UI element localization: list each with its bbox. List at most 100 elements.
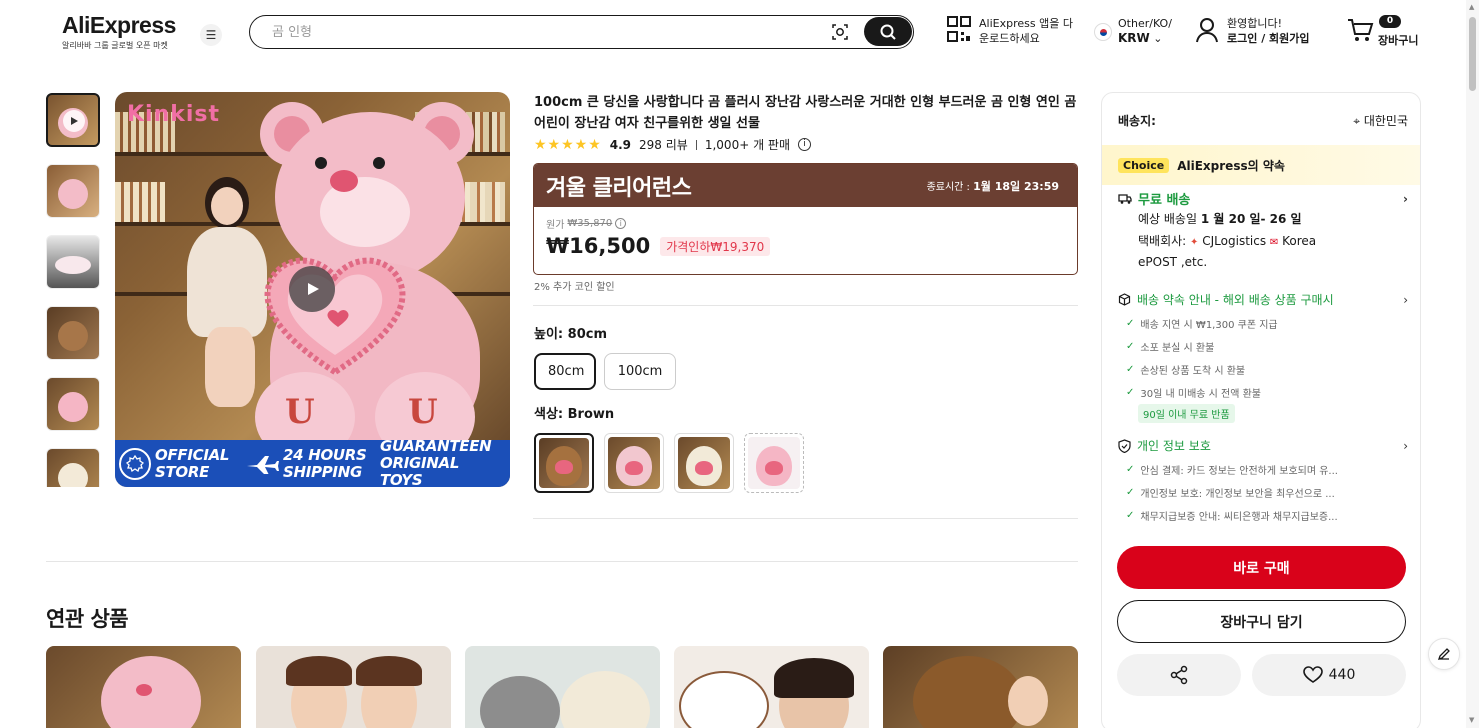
star-rating-icons: ★★★★★: [534, 136, 602, 153]
check-icon: ✓: [1126, 364, 1135, 375]
free-return-badge: 90일 이내 무료 반품: [1138, 404, 1235, 423]
wishlist-count: 440: [1328, 667, 1356, 683]
carrier-korea: Korea: [1282, 234, 1317, 248]
logo-text: AliExpress: [62, 12, 176, 38]
search-input[interactable]: [272, 23, 812, 41]
promo-end-time: 종료시간 : 1월 18일 23:59: [926, 179, 1059, 193]
ship-to-row[interactable]: 배송지: ⌖ 대한민국: [1118, 112, 1408, 129]
check-icon: ✓: [1126, 510, 1135, 521]
check-icon: ✓: [1126, 487, 1135, 498]
size-option-80cm[interactable]: 80cm: [534, 353, 596, 390]
thumbnail-video[interactable]: [46, 93, 100, 147]
cart-icon: [1348, 19, 1374, 41]
thumbnail-gallery: [46, 93, 102, 487]
info-icon[interactable]: i: [615, 218, 627, 229]
truck-icon: [1118, 193, 1132, 204]
original-price: 원가 ₩35,870 i: [546, 216, 1065, 231]
related-product-card[interactable]: [674, 646, 869, 728]
scroll-up-arrow-icon[interactable]: ▲: [1469, 3, 1474, 11]
login-signup-link[interactable]: 로그인 / 회원가입: [1227, 32, 1310, 45]
play-icon: [308, 283, 319, 295]
thumbnail-image[interactable]: [46, 306, 100, 360]
share-icon: [1170, 665, 1188, 685]
related-product-card[interactable]: [256, 646, 451, 728]
chevron-down-icon: ⌄: [1153, 32, 1163, 45]
color-option-label: 색상: Brown: [534, 407, 615, 422]
related-product-card[interactable]: [883, 646, 1078, 728]
info-icon[interactable]: i: [798, 138, 812, 151]
language-currency-selector[interactable]: Other/KO/ KRW ⌄: [1094, 16, 1172, 46]
logo-subtitle: 알리바바 그룹 글로벌 오픈 마켓: [62, 41, 168, 50]
scroll-down-arrow-icon[interactable]: ▼: [1469, 716, 1474, 724]
check-icon: ✓: [1126, 341, 1135, 352]
thumbnail-image[interactable]: [46, 235, 100, 289]
promise-item: ✓ 배송 지연 시 ₩1,300 쿠폰 지급: [1126, 318, 1278, 331]
image-promo-banner: OFFICIAL STORE 24 HOURS SHIPPING GUARANT…: [115, 437, 510, 488]
promo-header: 겨울 클리어런스 종료시간 : 1월 18일 23:59: [534, 164, 1077, 207]
choice-promise-text: AliExpress의 약속: [1177, 158, 1285, 173]
thumbnail-image[interactable]: [46, 448, 100, 487]
edit-feedback-button[interactable]: [1428, 638, 1460, 670]
current-price: ₩16,500: [546, 234, 651, 258]
carrier-epost: ePOST ,etc.: [1138, 255, 1208, 269]
choice-badge: Choice: [1118, 157, 1170, 173]
qr-code-icon: [947, 16, 971, 42]
cart-count-badge: 0: [1379, 15, 1401, 28]
search-icon: [880, 24, 896, 40]
airplane-icon: [247, 455, 279, 474]
shipping-section[interactable]: 무료 배송 › 예상 배송일 1 월 20 일- 26 일 택배회사: ✦ CJ…: [1118, 189, 1408, 273]
related-product-card[interactable]: [46, 646, 241, 728]
heart-icon: [1302, 666, 1323, 683]
language-label: Other/KO/: [1118, 17, 1172, 30]
welcome-text: 환영합니다!: [1227, 17, 1283, 30]
privacy-section[interactable]: 개인 정보 보호 › ✓ 안심 결제: 카드 정보는 안전하게 보호되며 유...…: [1118, 437, 1408, 527]
scroll-thumb[interactable]: [1469, 17, 1476, 91]
aliexpress-logo[interactable]: AliExpress 알리바바 그룹 글로벌 오픈 마켓: [62, 12, 184, 51]
promo-title: 겨울 클리어런스: [546, 175, 692, 201]
thumbnail-image[interactable]: [46, 164, 100, 218]
image-search-icon[interactable]: [831, 23, 849, 41]
color-swatch-brown[interactable]: [534, 433, 594, 493]
wishlist-button[interactable]: 440: [1252, 654, 1406, 696]
size-option-label: 높이: 80cm: [534, 327, 607, 342]
cj-logo-icon: ✦: [1190, 237, 1199, 248]
review-count[interactable]: 298 리뷰: [639, 136, 688, 153]
size-option-100cm[interactable]: 100cm: [604, 353, 676, 390]
cart-link[interactable]: 0 장바구니: [1346, 14, 1418, 48]
menu-icon[interactable]: ☰: [200, 24, 222, 46]
location-pin-icon: ⌖: [1353, 114, 1360, 128]
color-swatch-pink-brown[interactable]: [604, 433, 664, 493]
main-product-image[interactable]: Kinkist U U OFFICIAL STORE 24 HOURS SHIP…: [115, 92, 510, 487]
choice-promise-bar: Choice AliExpress의 약속: [1102, 145, 1420, 185]
app-download-line1: AliExpress 앱을 다: [979, 17, 1073, 30]
account-menu[interactable]: 환영합니다! 로그인 / 회원가입: [1195, 16, 1310, 46]
purchase-panel: 배송지: ⌖ 대한민국 Choice AliExpress의 약속 무료 배송 …: [1101, 92, 1421, 728]
buy-now-button[interactable]: 바로 구매: [1117, 546, 1406, 589]
banner-official-store: OFFICIAL STORE: [155, 445, 230, 481]
related-product-card[interactable]: [465, 646, 660, 728]
page-scrollbar[interactable]: ▲ ▼: [1466, 0, 1479, 728]
korea-flag-icon: [1094, 23, 1112, 41]
check-icon: ✓: [1126, 318, 1135, 329]
banner-guarantee: GUARANTEEN ORIGINAL TOYS: [380, 437, 492, 488]
currency-label: KRW: [1118, 31, 1150, 45]
app-download[interactable]: AliExpress 앱을 다 운로드하세요: [947, 16, 1073, 46]
user-icon: [1196, 18, 1218, 43]
thumbnail-image[interactable]: [46, 377, 100, 431]
ship-to-label: 배송지:: [1118, 114, 1156, 128]
box-icon: [1118, 293, 1131, 306]
color-swatch-white[interactable]: [674, 433, 734, 493]
check-icon: ✓: [1126, 464, 1135, 475]
promise-item: ✓ 손상된 상품 도착 시 환불: [1126, 364, 1246, 377]
share-button[interactable]: [1117, 654, 1241, 696]
product-title: 100cm 큰 당신을 사랑합니다 곰 플러시 장난감 사랑스러운 거대한 인형…: [534, 95, 1077, 131]
search-button[interactable]: [864, 17, 912, 46]
color-swatch-pink[interactable]: [744, 433, 804, 493]
promise-item: ✓ 소포 분실 시 환불: [1126, 341, 1215, 354]
shield-icon: [1118, 438, 1131, 453]
delivery-promise-section[interactable]: 배송 약속 안내 - 해외 배송 상품 구매시 › ✓ 배송 지연 시 ₩1,30…: [1118, 291, 1408, 423]
badge-icon: [119, 447, 151, 480]
discount-badge: 가격인하₩19,370: [660, 236, 771, 256]
add-to-cart-button[interactable]: 장바구니 담기: [1117, 600, 1406, 643]
play-video-button[interactable]: [289, 266, 335, 312]
